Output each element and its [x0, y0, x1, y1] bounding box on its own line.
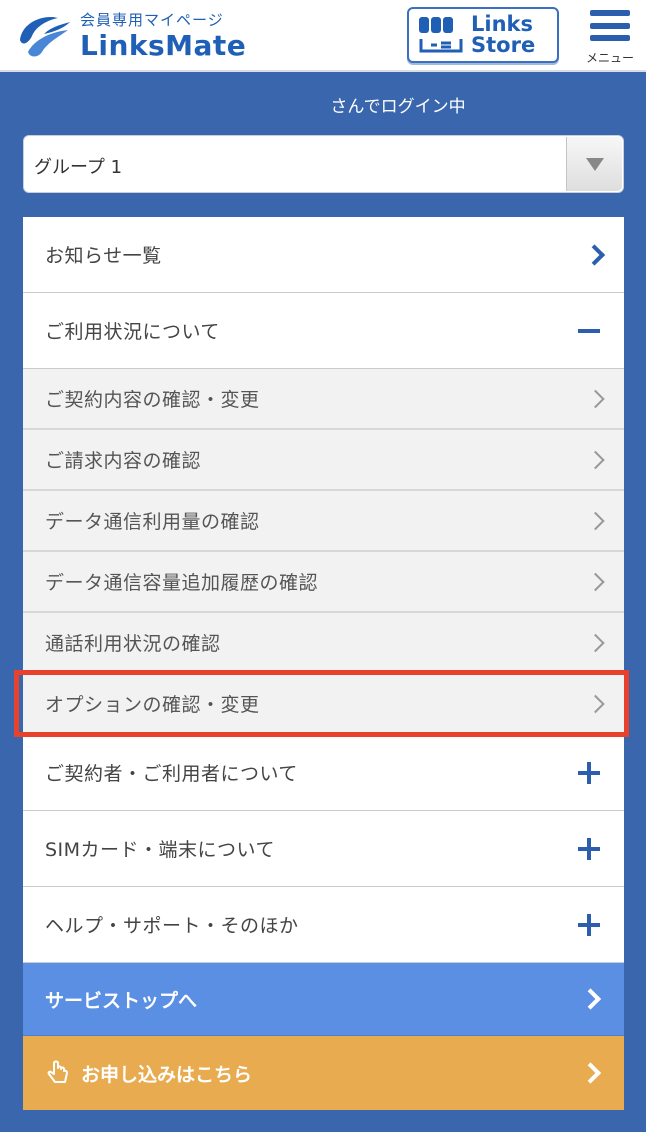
menu-item-help-support[interactable]: ヘルプ・サポート・そのほか [23, 887, 624, 963]
dropdown-arrow-icon[interactable] [566, 137, 622, 191]
login-status-text: さんでログイン中 [330, 97, 466, 117]
submenu-item-label: データ通信利用量の確認 [45, 511, 260, 533]
service-top-button[interactable]: サービストップへ [23, 963, 624, 1036]
linksmate-logo[interactable]: 会員専用マイページ LinksMate [14, 6, 246, 66]
menu-item-label: SIMカード・端末について [45, 839, 275, 861]
store-label-line1: Links [471, 12, 533, 36]
minus-icon [578, 328, 600, 333]
submenu-item-label: 通話利用状況の確認 [45, 633, 221, 655]
submenu-item-data-add-history[interactable]: データ通信容量追加履歴の確認 [23, 552, 624, 613]
submenu-item-billing[interactable]: ご請求内容の確認 [23, 430, 624, 491]
menu-item-label: お知らせ一覧 [45, 245, 162, 267]
menu-item-label: ヘルプ・サポート・そのほか [45, 915, 299, 937]
hamburger-menu-button[interactable]: メニュー [578, 6, 642, 66]
pointing-hand-icon [47, 1060, 68, 1083]
chevron-right-icon [583, 243, 606, 266]
menu-label: メニュー [585, 51, 634, 65]
submenu-item-label: ご請求内容の確認 [45, 450, 202, 472]
chevron-right-icon [586, 572, 605, 591]
menu-item-label: ご契約者・ご利用者について [45, 763, 298, 785]
chevron-right-icon [586, 633, 605, 652]
menu-item-label: ご利用状況について [45, 321, 220, 343]
chevron-right-icon [579, 988, 602, 1010]
linksmate-logo-icon [20, 16, 70, 57]
menu-item-sim-device[interactable]: SIMカード・端末について [23, 811, 624, 887]
logo-title: LinksMate [80, 28, 247, 62]
submenu-item-data-usage[interactable]: データ通信利用量の確認 [23, 491, 624, 552]
submenu-item-label: ご契約内容の確認・変更 [45, 389, 260, 411]
main-panel: さんでログイン中 グループ 1 お知らせ一覧 ご利用状況について ご契約内容の確… [0, 72, 646, 1132]
service-top-label: サービストップへ [45, 989, 198, 1012]
submenu-item-label: オプションの確認・変更 [45, 694, 260, 716]
chevron-right-icon [579, 1062, 602, 1084]
chevron-right-icon [586, 694, 605, 713]
hamburger-icon [590, 10, 630, 41]
links-store-button[interactable]: Links Store [407, 7, 559, 63]
menu-item-notices[interactable]: お知らせ一覧 [23, 217, 624, 293]
logo-subtitle: 会員専用マイページ [80, 10, 224, 29]
plus-icon [578, 761, 600, 784]
submenu-item-label: データ通信容量追加履歴の確認 [45, 572, 319, 594]
plus-icon [578, 913, 600, 936]
submenu-item-call-usage[interactable]: 通話利用状況の確認 [23, 613, 624, 674]
apply-label: お申し込みはこちら [81, 1063, 253, 1086]
group-select-value: グループ 1 [34, 157, 123, 178]
navigation-menu: お知らせ一覧 ご利用状況について ご契約内容の確認・変更 ご請求内容の確認 デー… [23, 217, 624, 1110]
chevron-right-icon [586, 450, 605, 469]
apply-button[interactable]: お申し込みはこちら [23, 1036, 624, 1110]
store-icon [419, 17, 463, 53]
chevron-right-icon [586, 511, 605, 530]
group-select[interactable]: グループ 1 [23, 135, 624, 193]
site-header: 会員専用マイページ LinksMate Links Store メニュー [0, 0, 646, 72]
menu-item-usage-status[interactable]: ご利用状況について [23, 293, 624, 369]
store-label-line2: Store [471, 33, 536, 57]
submenu-item-contract[interactable]: ご契約内容の確認・変更 [23, 369, 624, 430]
submenu-item-options[interactable]: オプションの確認・変更 [23, 674, 624, 735]
menu-item-contractor-user[interactable]: ご契約者・ご利用者について [23, 735, 624, 811]
chevron-right-icon [586, 389, 605, 408]
plus-icon [578, 837, 600, 860]
